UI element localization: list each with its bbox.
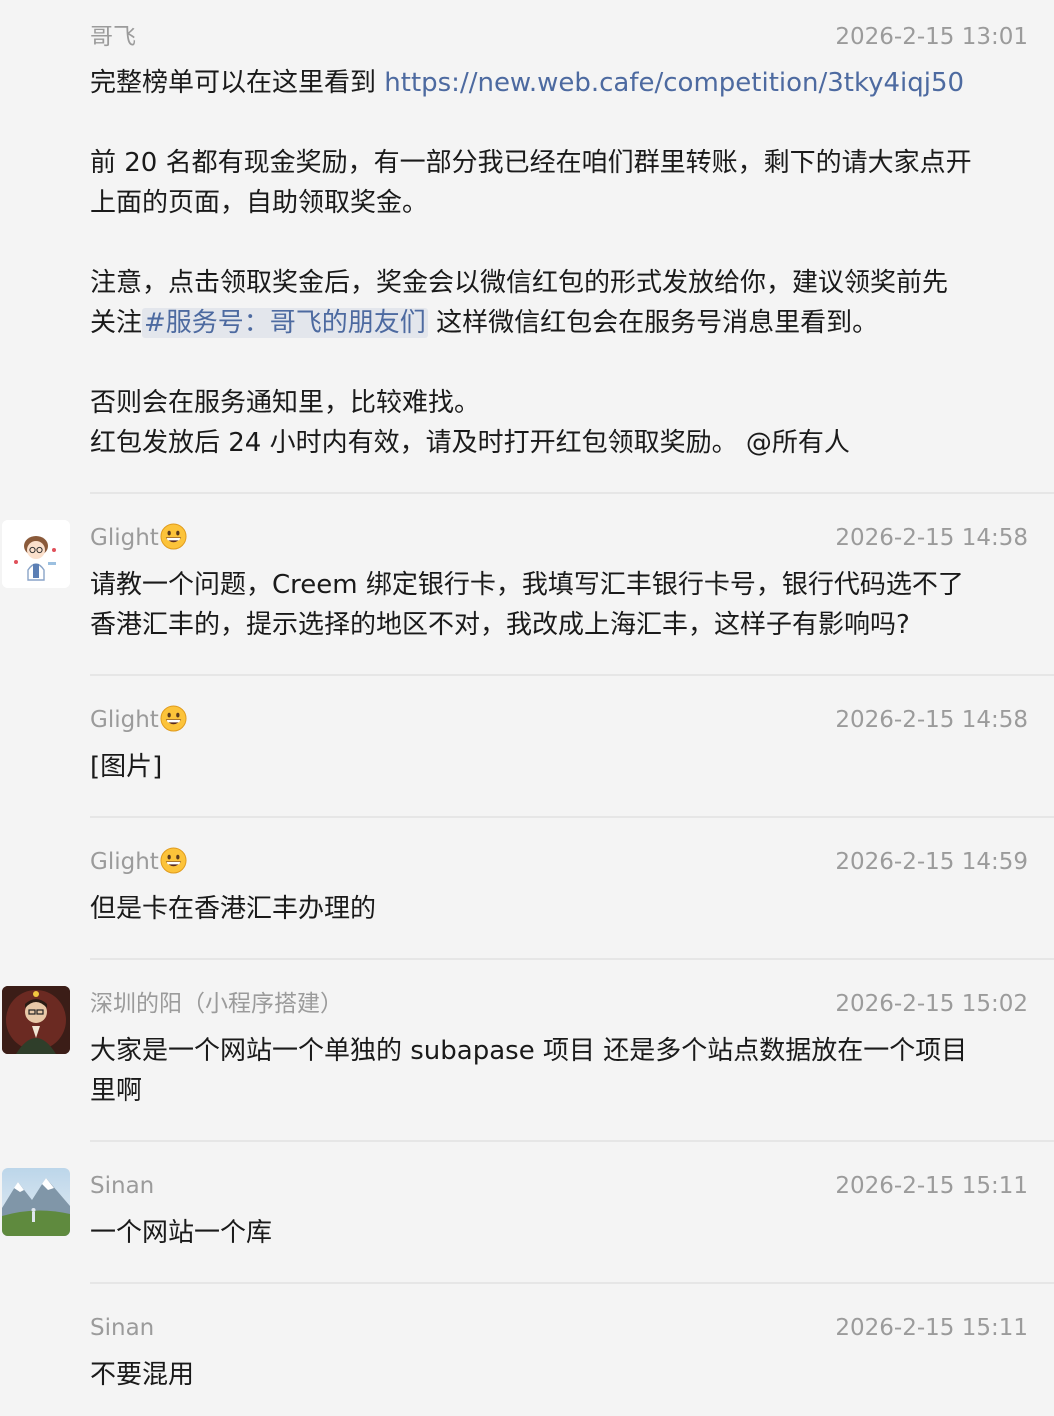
grinning-face-icon — [160, 523, 187, 550]
message-time: 2026-2-15 13:01 — [835, 24, 1028, 50]
message-time: 2026-2-15 15:11 — [835, 1315, 1028, 1341]
avatar[interactable] — [2, 986, 70, 1054]
chat-history: 哥飞 2026-2-15 13:01 完整榜单可以在这里看到 https://n… — [0, 0, 1054, 1416]
message-item: Glight 2026-2-15 14:59 但是卡在香港汇丰办理的 — [0, 818, 1054, 960]
message-body: [图片] — [90, 747, 1040, 787]
message-text: 大家是一个网站一个单独的 subapase 项目 还是多个站点数据放在一个项目 — [90, 1036, 968, 1066]
sender-name-text: Glight — [90, 525, 159, 551]
sender-name: Sinan — [90, 1173, 155, 1199]
message-text: 红包发放后 24 小时内有效，请及时打开红包领取奖励。 @所有人 — [90, 428, 850, 458]
avatar[interactable] — [2, 520, 70, 588]
message-body: 完整榜单可以在这里看到 https://new.web.cafe/competi… — [90, 63, 1040, 463]
message-item: Glight 2026-2-15 14:58 请教一个问题，Creem 绑定银行… — [0, 494, 1054, 676]
message-item: Sinan 2026-2-15 15:11 不要混用 — [0, 1284, 1054, 1416]
image-placeholder[interactable]: [图片] — [90, 747, 1040, 787]
mountain-landscape-avatar-icon — [2, 1168, 70, 1236]
message-body: 大家是一个网站一个单独的 subapase 项目 还是多个站点数据放在一个项目 … — [90, 1031, 1040, 1111]
message-time: 2026-2-15 15:11 — [835, 1173, 1028, 1199]
message-item: Glight 2026-2-15 14:58 [图片] — [0, 676, 1054, 818]
sender-name: Glight — [90, 705, 187, 735]
grinning-face-icon — [160, 847, 187, 874]
message-text: 香港汇丰的，提示选择的地区不对，我改成上海汇丰，这样子有影响吗? — [90, 610, 910, 640]
man-in-suit-avatar-icon — [2, 986, 70, 1054]
sender-name: Glight — [90, 847, 187, 877]
message-text: 上面的页面，自助领取奖金。 — [90, 188, 429, 218]
message-text: 前 20 名都有现金奖励，有一部分我已经在咱们群里转账，剩下的请大家点开 — [90, 148, 972, 178]
message-text: 一个网站一个库 — [90, 1218, 273, 1248]
message-text: 不要混用 — [90, 1360, 195, 1390]
cartoon-doctor-avatar-icon — [2, 520, 70, 588]
sender-name-text: Glight — [90, 849, 159, 875]
message-text: 完整榜单可以在这里看到 — [90, 68, 385, 98]
message-time: 2026-2-15 14:58 — [835, 707, 1028, 733]
sender-name: 深圳的阳（小程序搭建） — [90, 991, 343, 1017]
message-body: 但是卡在香港汇丰办理的 — [90, 889, 1040, 929]
hashtag-link[interactable]: #服务号：哥飞的朋友们 — [142, 308, 428, 338]
message-item: Sinan 2026-2-15 15:11 一个网站一个库 — [0, 1142, 1054, 1284]
competition-link[interactable]: https://new.web.cafe/competition/3tky4iq… — [384, 68, 964, 98]
message-time: 2026-2-15 14:58 — [835, 525, 1028, 551]
message-text: 请教一个问题，Creem 绑定银行卡，我填写汇丰银行卡号，银行代码选不了 — [90, 570, 964, 600]
message-text: 关注 — [90, 308, 143, 338]
message-text: 注意，点击领取奖金后，奖金会以微信红包的形式发放给你，建议领奖前先 — [90, 268, 949, 298]
message-text: 否则会在服务通知里，比较难找。 — [90, 388, 481, 418]
message-text: 里啊 — [90, 1076, 143, 1106]
message-body: 请教一个问题，Creem 绑定银行卡，我填写汇丰银行卡号，银行代码选不了 香港汇… — [90, 565, 1040, 645]
avatar[interactable] — [2, 1168, 70, 1236]
sender-name: 哥飞 — [90, 24, 136, 50]
message-time: 2026-2-15 14:59 — [835, 849, 1028, 875]
message-item: 哥飞 2026-2-15 13:01 完整榜单可以在这里看到 https://n… — [0, 0, 1054, 494]
sender-name-text: Glight — [90, 707, 159, 733]
sender-name: Glight — [90, 523, 187, 553]
message-item: 深圳的阳（小程序搭建） 2026-2-15 15:02 大家是一个网站一个单独的… — [0, 960, 1054, 1142]
sender-name: Sinan — [90, 1315, 155, 1341]
message-time: 2026-2-15 15:02 — [835, 991, 1028, 1017]
message-body: 不要混用 — [90, 1355, 1040, 1395]
message-body: 一个网站一个库 — [90, 1213, 1040, 1253]
message-text: 但是卡在香港汇丰办理的 — [90, 894, 377, 924]
grinning-face-icon — [160, 705, 187, 732]
message-text: 这样微信红包会在服务号消息里看到。 — [427, 308, 879, 338]
